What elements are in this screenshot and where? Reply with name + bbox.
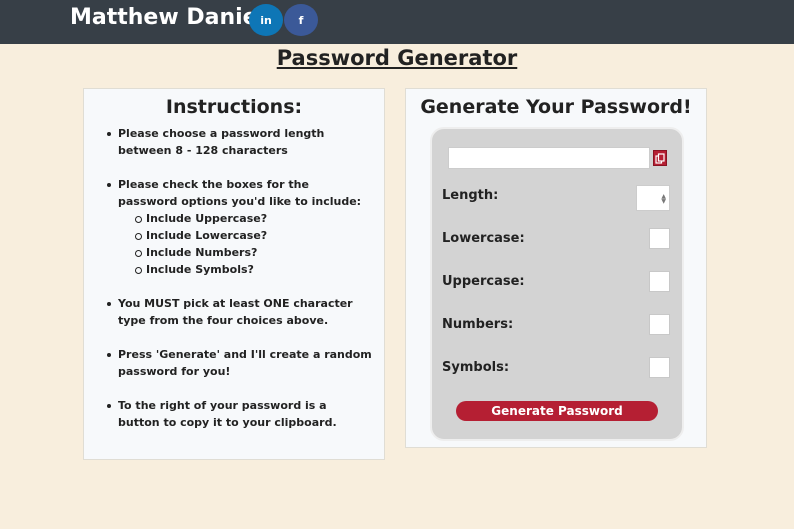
list-item: To the right of your password is a butto… (84, 397, 384, 431)
copy-icon (655, 152, 665, 164)
password-output-field[interactable] (448, 147, 650, 169)
symbols-checkbox[interactable] (649, 357, 670, 378)
uppercase-label: Uppercase: (442, 274, 525, 289)
page-title: Password Generator (276, 46, 518, 70)
instructions-heading: Instructions: (165, 96, 303, 118)
generate-password-button[interactable]: Generate Password (456, 401, 658, 421)
list-item: You MUST pick at least ONE character typ… (84, 295, 384, 329)
lowercase-checkbox[interactable] (649, 228, 670, 249)
instruction-text: Please check the boxes for the password … (118, 178, 362, 208)
instructions-panel: Instructions: Please choose a password l… (83, 88, 385, 460)
lowercase-label: Lowercase: (442, 231, 525, 246)
length-label: Length: (442, 188, 499, 203)
list-item: Please check the boxes for the password … (84, 176, 384, 278)
options-sublist: Include Uppercase? Include Lowercase? In… (118, 210, 372, 278)
instructions-list: Please choose a password length between … (84, 125, 384, 448)
list-item: Press 'Generate' and I'll create a rando… (84, 346, 384, 380)
uppercase-checkbox[interactable] (649, 271, 670, 292)
sub-list-item: Include Uppercase? (118, 210, 372, 227)
brand-name[interactable]: Matthew Daniels (70, 4, 278, 32)
instruction-text: Press 'Generate' and I'll create a rando… (118, 348, 372, 378)
generator-heading: Generate Your Password! (420, 96, 692, 118)
sub-list-item: Include Symbols? (118, 261, 372, 278)
generator-panel: Generate Your Password! Length: ▲ ▼ Lower… (405, 88, 707, 448)
instruction-text: You MUST pick at least ONE character typ… (118, 297, 353, 327)
instruction-text: Please choose a password length between … (118, 127, 325, 157)
facebook-icon[interactable]: f (284, 4, 318, 36)
numbers-label: Numbers: (442, 317, 514, 332)
instruction-text: To the right of your password is a butto… (118, 399, 337, 429)
top-nav-bar: Matthew Daniels in f (0, 0, 794, 44)
generator-form: Length: ▲ ▼ Lowercase: Uppercase: Numbers… (430, 127, 684, 441)
copy-to-clipboard-button[interactable] (653, 150, 667, 166)
spinner-arrows-icon[interactable]: ▲ ▼ (661, 194, 666, 205)
sub-list-item: Include Lowercase? (118, 227, 372, 244)
list-item: Please choose a password length between … (84, 125, 384, 159)
sub-list-item: Include Numbers? (118, 244, 372, 261)
symbols-label: Symbols: (442, 360, 510, 375)
length-number-input[interactable]: ▲ ▼ (636, 185, 670, 211)
linkedin-icon[interactable]: in (249, 4, 283, 36)
numbers-checkbox[interactable] (649, 314, 670, 335)
